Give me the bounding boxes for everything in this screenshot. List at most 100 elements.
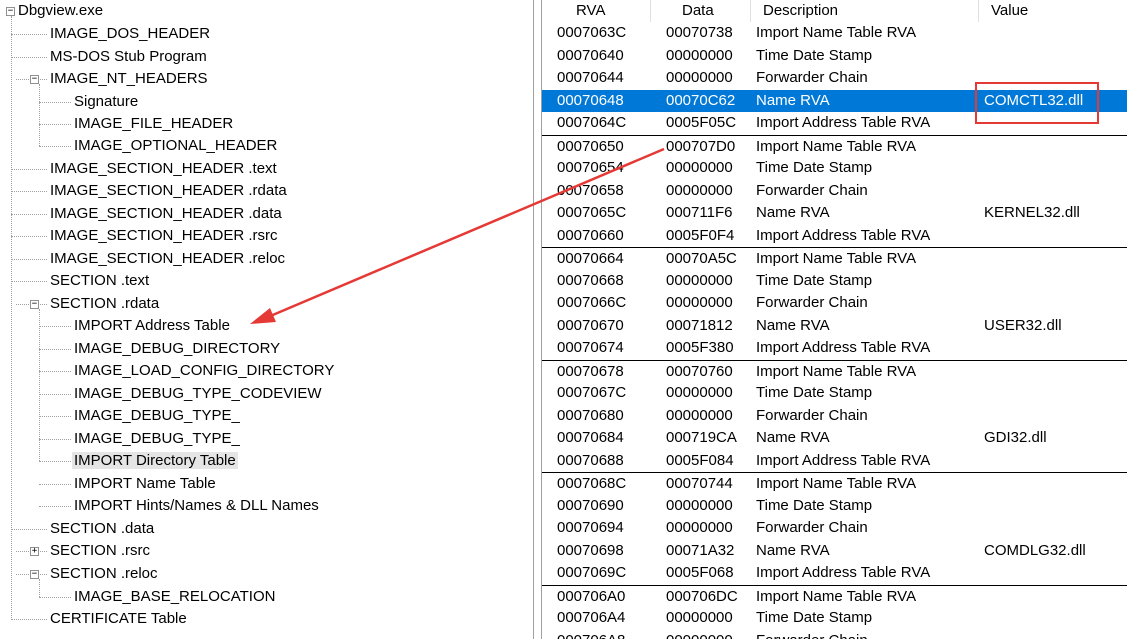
minus-box-icon[interactable]: − — [30, 75, 39, 84]
tree-node-dos-header[interactable]: IMAGE_DOS_HEADER — [48, 23, 212, 45]
cell-data: 00000000 — [666, 159, 733, 176]
table-row[interactable]: 0007068C 00070744 Import Name Table RVA — [542, 472, 1127, 495]
tree-connector — [39, 102, 71, 103]
tree-node-section-header-reloc[interactable]: IMAGE_SECTION_HEADER .reloc — [48, 248, 287, 270]
column-header-description[interactable]: Description — [751, 0, 979, 22]
tree-node-section-header-rsrc[interactable]: IMAGE_SECTION_HEADER .rsrc — [48, 225, 280, 247]
tree-node-label: Signature — [74, 93, 139, 110]
cell-description: Time Date Stamp — [756, 46, 873, 64]
tree-node-label: IMAGE_SECTION_HEADER .text — [50, 160, 277, 177]
table-row[interactable]: 0007067C 00000000 Time Date Stamp — [542, 382, 1127, 405]
column-header-rva[interactable]: RVA — [542, 0, 651, 22]
table-row[interactable]: 00070644 00000000 Forwarder Chain — [542, 67, 1127, 90]
cell-description: Forwarder Chain — [756, 519, 868, 536]
tree-node-section-header-data[interactable]: IMAGE_SECTION_HEADER .data — [48, 203, 284, 225]
tree-node-base-relocation[interactable]: IMAGE_BASE_RELOCATION — [72, 586, 277, 608]
table-row[interactable]: 00070648 00070C62 Name RVA COMCTL32.dll — [542, 89, 1127, 112]
cell-data: 00000000 — [666, 609, 733, 626]
table-row[interactable]: 00070678 00070760 Import Name Table RVA — [542, 359, 1127, 383]
cell-description: Forwarder Chain — [756, 294, 868, 311]
tree-node-label: IMAGE_FILE_HEADER — [74, 115, 234, 132]
tree-node-debug-type-2[interactable]: IMAGE_DEBUG_TYPE_ — [72, 428, 242, 450]
table-row[interactable]: 00070650 000707D0 Import Name Table RVA — [542, 134, 1127, 158]
table-row[interactable]: 0007063C 00070738 Import Name Table RVA — [542, 22, 1127, 45]
tree-node-debug-type-codeview[interactable]: IMAGE_DEBUG_TYPE_CODEVIEW — [72, 383, 324, 405]
table-row[interactable]: 00070660 0005F0F4 Import Address Table RVA — [542, 225, 1127, 248]
cell-description: Forwarder Chain — [756, 406, 868, 424]
tree-node-label: IMAGE_DEBUG_TYPE_CODEVIEW — [74, 385, 322, 402]
tree-node-import-name-table[interactable]: IMPORT Name Table — [72, 473, 218, 495]
tree-node-label: CERTIFICATE Table — [50, 610, 187, 627]
cell-value: COMDLG32.dll — [984, 541, 1086, 559]
minus-box-icon[interactable]: − — [6, 7, 15, 16]
tree-guide-nt-headers — [39, 84, 40, 146]
tree-node-optional-header[interactable]: IMAGE_OPTIONAL_HEADER — [72, 135, 279, 157]
tree-node-section-text[interactable]: SECTION .text — [48, 270, 151, 292]
tree-connector — [39, 326, 71, 327]
table-row[interactable]: 0007065C 000711F6 Name RVA KERNEL32.dll — [542, 202, 1127, 225]
table-row[interactable]: 00070664 00070A5C Import Name Table RVA — [542, 247, 1127, 270]
cell-description: Import Name Table RVA — [756, 24, 917, 41]
table-row[interactable]: 0007064C 0005F05C Import Address Table RVA — [542, 112, 1127, 135]
tree-view[interactable]: − Dbgview.exe IMAGE_DOS_HEADER MS-DOS St… — [0, 0, 534, 639]
plus-box-icon[interactable]: + — [30, 547, 39, 556]
table-row[interactable]: 000706A8 00000000 Forwarder Chain — [542, 630, 1127, 639]
cell-data: 000707D0 — [666, 137, 736, 155]
tree-node-section-header-rdata[interactable]: IMAGE_SECTION_HEADER .rdata — [48, 180, 289, 202]
table-row[interactable]: 00070688 0005F084 Import Address Table RVA — [542, 450, 1127, 473]
table-row[interactable]: 00070640 00000000 Time Date Stamp — [542, 45, 1127, 68]
cell-data: 00070C62 — [666, 91, 736, 109]
tree-node-label: IMAGE_NT_HEADERS — [50, 70, 208, 87]
cell-description: Name RVA — [756, 91, 830, 109]
tree-node-nt-headers[interactable]: − IMAGE_NT_HEADERS — [0, 68, 533, 90]
table-row[interactable]: 00070668 00000000 Time Date Stamp — [542, 270, 1127, 293]
table-row[interactable]: 00070694 00000000 Forwarder Chain — [542, 517, 1127, 540]
tree-node-section-rdata[interactable]: − SECTION .rdata — [0, 293, 533, 315]
cell-rva: 0007063C — [557, 24, 627, 41]
table-row[interactable]: 00070690 00000000 Time Date Stamp — [542, 495, 1127, 518]
cell-data: 00070760 — [666, 362, 733, 380]
column-header-value[interactable]: Value — [979, 0, 1127, 22]
tree-node-section-rsrc[interactable]: + SECTION .rsrc — [0, 540, 533, 562]
tree-connector — [39, 371, 71, 372]
tree-node-import-directory-table[interactable]: IMPORT Directory Table — [72, 450, 238, 472]
tree-node-debug-type-1[interactable]: IMAGE_DEBUG_TYPE_ — [72, 405, 242, 427]
column-header-data[interactable]: Data — [651, 0, 751, 22]
tree-node-label: IMAGE_DOS_HEADER — [50, 25, 211, 42]
table-row[interactable]: 00070698 00071A32 Name RVA COMDLG32.dll — [542, 540, 1127, 563]
tree-node-file-header[interactable]: IMAGE_FILE_HEADER — [72, 113, 235, 135]
tree-node-debug-directory[interactable]: IMAGE_DEBUG_DIRECTORY — [72, 338, 282, 360]
data-grid[interactable]: RVA Data Description Value 0007063C 00070… — [541, 0, 1127, 639]
tree-node-section-header-text[interactable]: IMAGE_SECTION_HEADER .text — [48, 158, 279, 180]
tree-node-import-address-table[interactable]: IMPORT Address Table — [72, 315, 232, 337]
tree-node-signature[interactable]: Signature — [72, 91, 140, 113]
tree-node-section-data[interactable]: SECTION .data — [48, 518, 156, 540]
tree-node-dos-stub[interactable]: MS-DOS Stub Program — [48, 46, 209, 68]
tree-node-label: IMAGE_SECTION_HEADER .rsrc — [50, 227, 278, 244]
cell-description: Name RVA — [756, 429, 830, 446]
table-row[interactable]: 00070670 00071812 Name RVA USER32.dll — [542, 315, 1127, 338]
tree-node-load-config-directory[interactable]: IMAGE_LOAD_CONFIG_DIRECTORY — [72, 360, 336, 382]
table-row[interactable]: 000706A4 00000000 Time Date Stamp — [542, 607, 1127, 630]
table-row[interactable]: 0007069C 0005F068 Import Address Table RVA — [542, 562, 1127, 585]
table-row[interactable]: 00070654 00000000 Time Date Stamp — [542, 157, 1127, 180]
cell-data: 0005F084 — [666, 451, 734, 469]
cell-rva: 000706A0 — [557, 587, 626, 605]
table-row[interactable]: 00070674 0005F380 Import Address Table RVA — [542, 337, 1127, 360]
tree-node-import-hints-names[interactable]: IMPORT Hints/Names & DLL Names — [72, 495, 321, 517]
cell-data: 00000000 — [666, 271, 733, 289]
tree-node-root[interactable]: − Dbgview.exe — [0, 0, 105, 22]
table-row[interactable]: 00070658 00000000 Forwarder Chain — [542, 180, 1127, 203]
tree-connector — [39, 146, 71, 147]
cell-rva: 00070688 — [557, 451, 624, 469]
cell-data: 000719CA — [666, 429, 737, 446]
cell-rva: 00070694 — [557, 519, 624, 536]
minus-box-icon[interactable]: − — [30, 300, 39, 309]
table-row[interactable]: 00070684 000719CA Name RVA GDI32.dll — [542, 427, 1127, 450]
minus-box-icon[interactable]: − — [30, 570, 39, 579]
table-row[interactable]: 00070680 00000000 Forwarder Chain — [542, 405, 1127, 428]
tree-node-section-reloc[interactable]: − SECTION .reloc — [0, 563, 533, 585]
table-row[interactable]: 000706A0 000706DC Import Name Table RVA — [542, 584, 1127, 608]
tree-node-certificate-table[interactable]: CERTIFICATE Table — [48, 608, 189, 630]
table-row[interactable]: 0007066C 00000000 Forwarder Chain — [542, 292, 1127, 315]
